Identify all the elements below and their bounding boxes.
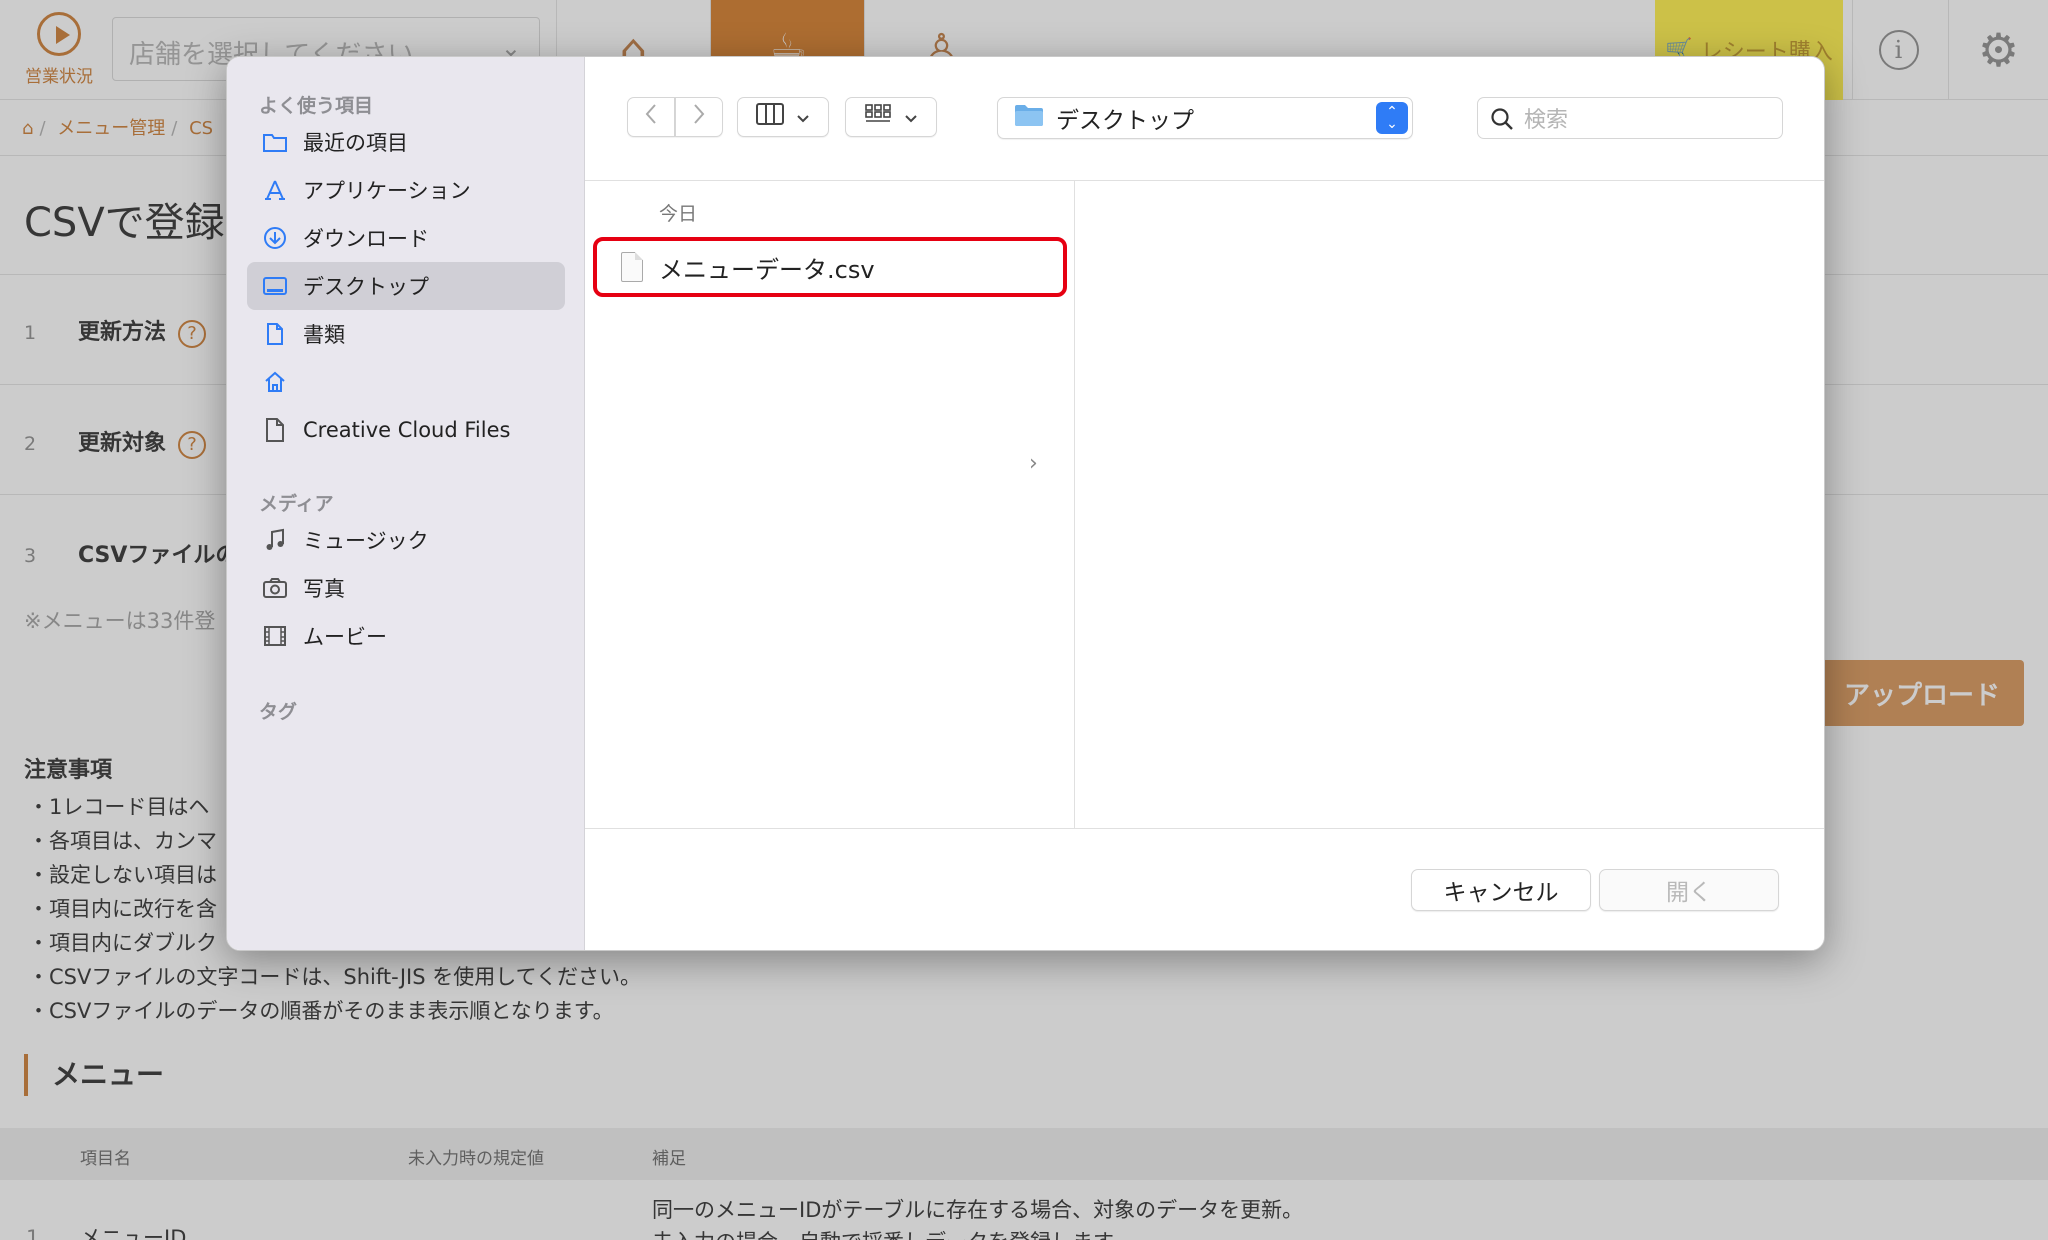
search-placeholder: 検索	[1524, 108, 1569, 133]
sidebar-item-label: ムービー	[303, 625, 387, 649]
up-down-icon: ⌃ ⌄	[1376, 102, 1408, 134]
group-mode-button[interactable]	[845, 97, 937, 137]
home-icon	[261, 368, 289, 396]
file-open-dialog: よく使う項目 最近の項目 アプリケーション ダウンロード デスクトップ 書類 C…	[226, 56, 1825, 951]
sidebar-item-applications[interactable]: アプリケーション	[247, 166, 565, 214]
download-icon	[261, 224, 289, 252]
desktop-icon	[261, 272, 289, 300]
sidebar-item-label: 写真	[303, 577, 345, 601]
file-item-menu-csv[interactable]: メニューデータ.csv	[593, 237, 1067, 297]
folder-icon	[1014, 103, 1044, 133]
sidebar-item-label: 最近の項目	[303, 131, 408, 155]
chevron-down-icon	[904, 105, 918, 130]
sidebar-section-favorites: よく使う項目	[259, 95, 374, 117]
sidebar-item-label: アプリケーション	[303, 179, 471, 203]
sidebar-item-photos[interactable]: 写真	[247, 564, 565, 612]
sidebar-item-label: Creative Cloud Files	[303, 418, 511, 442]
sidebar-item-documents[interactable]: 書類	[247, 310, 565, 358]
sidebar-item-downloads[interactable]: ダウンロード	[247, 214, 565, 262]
forward-button[interactable]	[675, 97, 723, 137]
sidebar-item-creative-cloud[interactable]: Creative Cloud Files	[247, 406, 565, 454]
dialog-main: デスクトップ ⌃ ⌄ 検索 今日 メニューデータ.csv › キャンセル 開く	[585, 57, 1824, 950]
chevron-right-icon	[692, 103, 706, 131]
sidebar-item-desktop[interactable]: デスクトップ	[247, 262, 565, 310]
film-icon	[261, 622, 289, 650]
sidebar-section-tags: タグ	[259, 701, 298, 723]
file-column: 今日 メニューデータ.csv ›	[585, 181, 1075, 828]
sidebar-item-recent[interactable]: 最近の項目	[247, 118, 565, 166]
search-icon	[1490, 107, 1513, 130]
sidebar-item-movies[interactable]: ムービー	[247, 612, 565, 660]
chevron-down-icon	[796, 105, 810, 130]
dialog-sidebar: よく使う項目 最近の項目 アプリケーション ダウンロード デスクトップ 書類 C…	[227, 57, 585, 950]
sidebar-item-music[interactable]: ミュージック	[247, 516, 565, 564]
view-mode-button[interactable]	[737, 97, 829, 137]
document-icon	[261, 320, 289, 348]
open-button[interactable]: 開く	[1599, 869, 1779, 911]
location-select[interactable]: デスクトップ ⌃ ⌄	[997, 97, 1413, 139]
sidebar-item-home[interactable]	[247, 358, 565, 406]
sidebar-item-label: 書類	[303, 323, 345, 347]
columns-view-icon	[756, 103, 784, 131]
dialog-footer: キャンセル 開く	[585, 828, 1824, 950]
csv-file-icon	[621, 252, 643, 282]
applications-icon	[261, 176, 289, 204]
sidebar-item-label: デスクトップ	[303, 275, 429, 299]
back-button[interactable]	[627, 97, 675, 137]
folder-icon	[261, 128, 289, 156]
location-label: デスクトップ	[1056, 108, 1194, 134]
cancel-button[interactable]: キャンセル	[1411, 869, 1591, 911]
dialog-toolbar: デスクトップ ⌃ ⌄ 検索	[585, 57, 1824, 181]
group-label-today: 今日	[659, 203, 698, 225]
music-icon	[261, 526, 289, 554]
search-input[interactable]: 検索	[1477, 97, 1783, 139]
sidebar-item-label: ダウンロード	[303, 227, 429, 251]
grid-icon	[864, 103, 892, 131]
column-resize-chevron-icon[interactable]: ›	[1029, 451, 1038, 476]
file-name: メニューデータ.csv	[659, 255, 875, 284]
sidebar-item-label: ミュージック	[303, 529, 429, 553]
chevron-left-icon	[644, 103, 658, 131]
file-icon	[261, 416, 289, 444]
sidebar-section-media: メディア	[259, 493, 334, 515]
camera-icon	[261, 574, 289, 602]
